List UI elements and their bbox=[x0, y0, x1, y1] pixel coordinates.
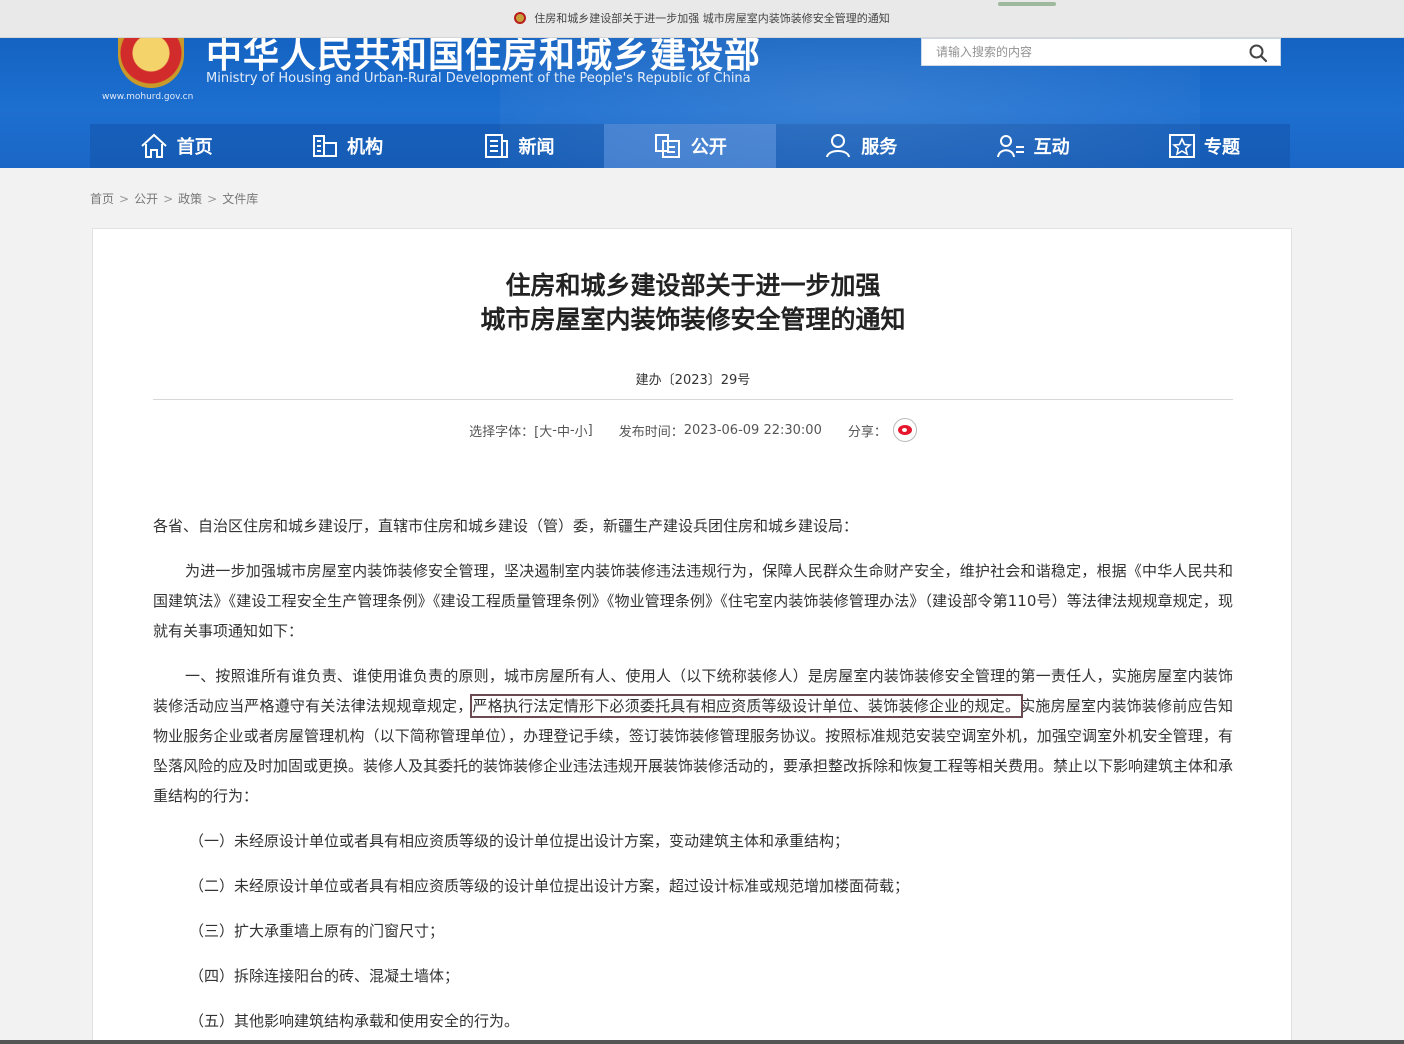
divider bbox=[153, 399, 1233, 400]
nav-label: 公开 bbox=[690, 137, 727, 158]
nav-item-home[interactable]: 首页 bbox=[90, 124, 261, 168]
national-emblem-logo bbox=[118, 38, 184, 88]
nav-item-topics[interactable]: 专题 bbox=[1118, 124, 1289, 168]
nav-item-public[interactable]: 公开 bbox=[604, 124, 776, 168]
site-header: www.mohurd.gov.cn 中华人民共和国住房和城乡建设部 Minist… bbox=[0, 38, 1404, 168]
nav-item-services[interactable]: 服务 bbox=[776, 124, 947, 168]
interaction-icon bbox=[996, 135, 1024, 158]
user-service-icon bbox=[826, 134, 851, 158]
article-body: 各省、自治区住房和城乡建设厅，直辖市住房和城乡建设（管）委，新疆生产建设兵团住房… bbox=[153, 511, 1233, 1044]
taskbar-edge bbox=[0, 1040, 1404, 1044]
highlighted-text: 严格执行法定情形下必须委托具有相应资质等级设计单位、装饰装修企业的规定。 bbox=[469, 694, 1024, 718]
site-url: www.mohurd.gov.cn bbox=[102, 92, 194, 102]
list-item: （一）未经原设计单位或者具有相应资质等级的设计单位提出设计方案，变动建筑主体和承… bbox=[189, 832, 850, 850]
main-nav: 首页 机构 新闻 公开 服务 互动 专题 bbox=[90, 124, 1290, 168]
nav-label: 专题 bbox=[1204, 137, 1241, 158]
article-title-line2: 城市房屋室内装饰装修安全管理的通知 bbox=[480, 305, 906, 334]
nav-label: 互动 bbox=[1033, 137, 1070, 158]
article-card: 住房和城乡建设部关于进一步加强 城市房屋室内装饰装修安全管理的通知 建办〔202… bbox=[92, 228, 1292, 1044]
publish-time: 2023-06-09 22:30:00 bbox=[683, 422, 822, 438]
breadcrumb-file-library[interactable]: 文件库 bbox=[222, 192, 258, 206]
home-icon bbox=[141, 133, 167, 158]
article-title-line1: 住房和城乡建设部关于进一步加强 bbox=[505, 271, 881, 300]
nav-label: 新闻 bbox=[518, 137, 555, 158]
font-select-close: ] bbox=[587, 422, 593, 438]
font-size-medium-link[interactable]: 中 bbox=[557, 421, 570, 440]
star-topic-icon bbox=[1169, 134, 1196, 158]
breadcrumb-separator: > bbox=[207, 192, 218, 206]
search-box bbox=[921, 38, 1281, 66]
breadcrumb-home[interactable]: 首页 bbox=[90, 192, 114, 206]
font-select-label: 选择字体：[ bbox=[469, 424, 540, 440]
nav-label: 服务 bbox=[861, 137, 898, 158]
nav-label: 机构 bbox=[347, 137, 384, 158]
breadcrumb-separator: > bbox=[163, 192, 174, 206]
font-size-large-link[interactable]: 大 bbox=[539, 421, 552, 440]
nav-label: 首页 bbox=[176, 137, 213, 158]
intro-paragraph: 为进一步加强城市房屋室内装饰装修安全管理，坚决遏制室内装饰装修违法违规行为，保障… bbox=[153, 562, 1233, 640]
weibo-share-icon[interactable] bbox=[892, 418, 917, 442]
list-item: （三）扩大承重墙上原有的门窗尺寸； bbox=[189, 922, 445, 940]
nav-item-news[interactable]: 新闻 bbox=[433, 124, 604, 168]
browser-tab-title: 住房和城乡建设部关于进一步加强 城市房屋室内装饰装修安全管理的通知 bbox=[534, 12, 890, 25]
list-item: （五）其他影响建筑结构承载和使用安全的行为。 bbox=[189, 1012, 520, 1030]
search-icon[interactable] bbox=[1248, 43, 1268, 63]
list-item: （二）未经原设计单位或者具有相应资质等级的设计单位提出设计方案，超过设计标准或规… bbox=[189, 877, 910, 895]
section1-paragraph: 一、按照谁所有谁负责、谁使用谁负责的原则，城市房屋所有人、使用人（以下统称装修人… bbox=[153, 661, 1233, 811]
breadcrumb-public[interactable]: 公开 bbox=[134, 192, 158, 206]
salutation: 各省、自治区住房和城乡建设厅，直辖市住房和城乡建设（管）委，新疆生产建设兵团住房… bbox=[153, 517, 859, 535]
breadcrumb: 首页 > 公开 > 政策 > 文件库 bbox=[90, 190, 258, 207]
nav-item-institutions[interactable]: 机构 bbox=[261, 124, 432, 168]
news-icon bbox=[485, 134, 509, 158]
share-label: 分享： bbox=[847, 424, 887, 440]
nav-item-interaction[interactable]: 互动 bbox=[947, 124, 1118, 168]
browser-tab-bar: 住房和城乡建设部关于进一步加强 城市房屋室内装饰装修安全管理的通知 bbox=[0, 0, 1404, 38]
article-meta: 选择字体：[ 大-中-小 ] 发布时间： 2023-06-09 22:30:00… bbox=[93, 418, 1293, 442]
list-item: （四）拆除连接阳台的砖、混凝土墙体； bbox=[189, 967, 460, 985]
browser-tab[interactable]: 住房和城乡建设部关于进一步加强 城市房屋室内装饰装修安全管理的通知 bbox=[0, 10, 1404, 26]
publish-time-label: 发布时间： bbox=[618, 424, 684, 440]
loading-indicator bbox=[998, 2, 1056, 6]
article-title: 住房和城乡建设部关于进一步加强 城市房屋室内装饰装修安全管理的通知 bbox=[93, 269, 1293, 337]
document-icon bbox=[654, 134, 680, 158]
breadcrumb-policy[interactable]: 政策 bbox=[178, 192, 202, 206]
building-icon bbox=[313, 135, 338, 157]
search-input[interactable] bbox=[922, 39, 1232, 65]
favicon-emblem-icon bbox=[514, 12, 527, 24]
breadcrumb-separator: > bbox=[119, 192, 130, 206]
font-size-small-link[interactable]: 小 bbox=[575, 421, 588, 440]
site-subtitle: Ministry of Housing and Urban-Rural Deve… bbox=[206, 71, 751, 86]
document-number: 建办〔2023〕29号 bbox=[635, 373, 751, 388]
